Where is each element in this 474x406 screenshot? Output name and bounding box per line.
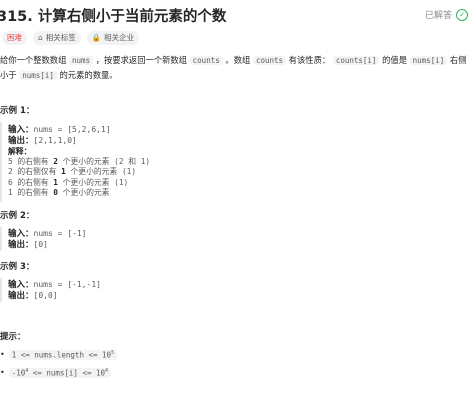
example-3-input: 输入：nums = [-1,-1] xyxy=(8,280,101,291)
example-2-output: 输出：[0] xyxy=(8,240,48,251)
tag-icon: ⌂ xyxy=(38,33,43,42)
input-label: 输入： xyxy=(8,280,34,290)
example-3-bar xyxy=(0,278,2,302)
bullet-icon: • xyxy=(0,350,5,360)
example-1-input: 输入：nums = [5,2,6,1] xyxy=(8,125,111,136)
output-label: 输出： xyxy=(8,291,34,301)
problem-description: 给你一个整数数组 nums ，按要求返回一个新数组 counts 。数组 cou… xyxy=(0,53,472,83)
example-1-explain-label: 解释： xyxy=(8,147,31,158)
bullet-icon: • xyxy=(0,368,5,378)
explain-line: 1 的右侧有 0 个更小的元素 xyxy=(8,188,110,198)
input-label: 输入： xyxy=(8,229,34,239)
solved-label: 已解答 xyxy=(424,11,452,21)
example-2-heading: 示例 2： xyxy=(0,211,35,221)
topics-tag-label: 相关标签 xyxy=(45,33,76,42)
output-value: [0,0] xyxy=(33,291,58,300)
constraints-heading: 提示： xyxy=(0,332,26,342)
topics-tag-button[interactable]: ⌂ 相关标签 xyxy=(33,31,81,45)
desc-text: 有该性质： xyxy=(288,55,331,65)
desc-text: 。数组 xyxy=(225,55,251,65)
companies-tag-button[interactable]: 🔒 相关企业 xyxy=(86,31,140,45)
example-2-input: 输入：nums = [-1] xyxy=(8,229,87,240)
output-value: [2,1,1,0] xyxy=(33,136,77,145)
input-label: 输入： xyxy=(8,125,34,135)
input-value: nums = [-1] xyxy=(33,229,87,238)
example-3-output: 输出：[0,0] xyxy=(8,291,58,302)
input-value: nums = [5,2,6,1] xyxy=(33,125,111,134)
companies-tag-label: 相关企业 xyxy=(104,33,135,42)
inline-code: counts xyxy=(252,56,287,65)
problem-title: 315. 计算右侧小于当前元素的个数 xyxy=(0,9,227,25)
explain-label: 解释： xyxy=(8,147,32,156)
constraint-code: -104 <= nums[i] <= 104 xyxy=(8,368,112,378)
inline-code: counts xyxy=(189,56,223,65)
example-1-explanation: 5 的右侧有 2 个更小的元素 (2 和 1) 2 的右侧仅有 1 个更小的元素… xyxy=(8,157,150,199)
constraint-item: • -104 <= nums[i] <= 104 xyxy=(0,368,112,378)
input-value: nums = [-1,-1] xyxy=(33,280,101,289)
desc-text: 给你一个整数数组 xyxy=(0,55,67,65)
example-2-bar xyxy=(0,227,2,251)
inline-code: counts[i] xyxy=(332,56,380,65)
explain-line: 2 的右侧仅有 1 个更小的元素 (1) xyxy=(8,167,137,177)
explain-line: 6 的右侧有 1 个更小的元素 (1) xyxy=(8,177,129,187)
output-label: 输出： xyxy=(8,240,34,250)
example-1-bar xyxy=(0,122,2,202)
example-1-output: 输出：[2,1,1,0] xyxy=(8,136,77,147)
solved-status: 已解答 ✓ xyxy=(425,8,468,21)
inline-code: nums xyxy=(69,56,94,65)
constraint-code: 1 <= nums.length <= 105 xyxy=(8,350,118,360)
tag-row: 困难 ⌂ 相关标签 🔒 相关企业 xyxy=(2,31,140,45)
desc-text: 的元素的数量。 xyxy=(59,70,118,80)
inline-code: nums[i] xyxy=(19,71,57,80)
inline-code: nums[i] xyxy=(409,56,448,65)
explain-line: 5 的右侧有 2 个更小的元素 (2 和 1) xyxy=(8,157,151,166)
lock-icon: 🔒 xyxy=(91,33,102,42)
example-1-heading: 示例 1： xyxy=(0,106,35,116)
output-label: 输出： xyxy=(8,136,34,146)
constraint-item: • 1 <= nums.length <= 105 xyxy=(0,350,118,360)
desc-text: 的值是 xyxy=(382,55,407,65)
output-value: [0] xyxy=(33,240,48,249)
check-circle-icon: ✓ xyxy=(456,8,468,21)
desc-text: ，按要求返回一个新数组 xyxy=(95,55,188,65)
example-3-heading: 示例 3： xyxy=(0,262,35,272)
difficulty-badge: 困难 xyxy=(2,31,27,45)
